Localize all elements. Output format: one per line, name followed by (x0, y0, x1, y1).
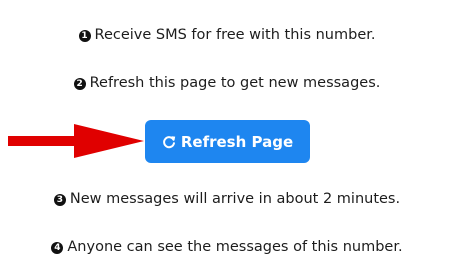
instruction-refresh-page: 2 Refresh this page to get new messages. (0, 73, 454, 93)
instruction-text: Anyone can see the messages of this numb… (67, 239, 403, 255)
instruction-arrival-time: 3 New messages will arrive in about 2 min… (0, 189, 454, 209)
refresh-button-label: Refresh Page (180, 132, 294, 151)
instruction-text: Refresh this page to get new messages. (89, 75, 381, 91)
refresh-icon (162, 135, 176, 149)
step-number-3: 3 (53, 194, 66, 206)
step-number-2: 2 (73, 78, 86, 90)
red-arrow-right-icon (8, 124, 144, 158)
instruction-public-messages: 4 Anyone can see the messages of this num… (0, 237, 454, 257)
step-number-1: 1 (78, 30, 91, 42)
step-number-4: 4 (51, 242, 64, 254)
instruction-text: New messages will arrive in about 2 minu… (69, 191, 401, 207)
instruction-text: Receive SMS for free with this number. (94, 27, 376, 43)
instruction-receive-sms: 1 Receive SMS for free with this number. (0, 25, 454, 45)
refresh-page-button[interactable]: Refresh Page (145, 120, 310, 163)
